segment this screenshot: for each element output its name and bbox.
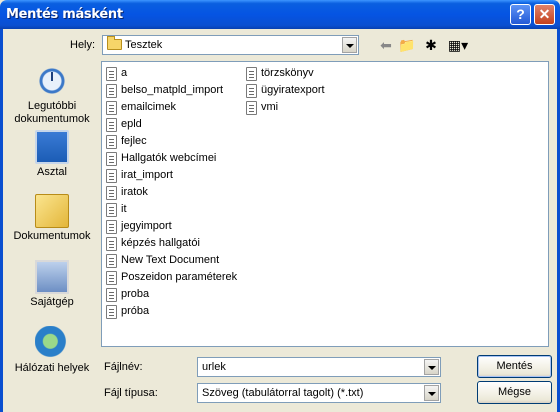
recent-documents-icon xyxy=(35,64,69,98)
filetype-value: Szöveg (tabulátorral tagolt) (*.txt) xyxy=(202,387,364,399)
text-file-icon xyxy=(106,288,117,302)
place-recent-documents[interactable]: Legutóbbi dokumentumok xyxy=(10,64,94,126)
file-name: emailcimek xyxy=(121,101,177,113)
close-button[interactable]: ✕ xyxy=(534,4,555,25)
text-file-icon xyxy=(106,203,117,217)
file-name: irat_import xyxy=(121,169,173,181)
file-name: it xyxy=(121,203,127,215)
location-dropdown[interactable]: Tesztek xyxy=(102,35,359,55)
place-label: Sajátgép xyxy=(30,296,74,308)
file-name: ügyiratexport xyxy=(261,84,325,96)
up-folder-icon[interactable]: 📁 xyxy=(397,35,417,55)
filename-combobox[interactable]: urlek xyxy=(197,357,441,377)
place-desktop[interactable]: Asztal xyxy=(10,130,94,179)
place-my-documents[interactable]: Dokumentumok xyxy=(10,194,94,243)
cancel-button[interactable]: Mégse xyxy=(477,381,552,404)
folder-icon xyxy=(107,36,122,50)
location-label: Hely: xyxy=(70,39,96,51)
file-name: New Text Document xyxy=(121,254,220,266)
text-file-icon xyxy=(106,186,117,200)
text-file-icon xyxy=(106,152,117,166)
text-file-icon xyxy=(246,84,257,98)
file-name: epld xyxy=(121,118,142,130)
title-bar: Mentés másként ? ✕ xyxy=(0,0,560,29)
text-file-icon xyxy=(106,254,117,268)
chevron-down-icon[interactable] xyxy=(342,37,357,53)
filetype-select[interactable]: Szöveg (tabulátorral tagolt) (*.txt) xyxy=(197,383,441,403)
file-name: Poszeidon paraméterek xyxy=(121,271,238,283)
place-label: Dokumentumok xyxy=(13,230,91,242)
text-file-icon xyxy=(246,67,257,81)
text-file-icon xyxy=(106,169,117,183)
file-name: képzés hallgatói xyxy=(121,237,200,249)
place-my-computer[interactable]: Sajátgép xyxy=(10,260,94,309)
place-label: Hálózati helyek xyxy=(14,362,90,374)
network-places-icon xyxy=(35,326,69,360)
my-documents-icon xyxy=(35,194,69,228)
place-label: Legutóbbi dokumentumok xyxy=(14,100,90,125)
file-name: iratok xyxy=(121,186,148,198)
filename-label: Fájlnév: xyxy=(104,361,143,373)
chevron-down-icon[interactable] xyxy=(424,359,439,375)
text-file-icon xyxy=(106,84,117,98)
chevron-down-icon[interactable] xyxy=(424,385,439,401)
text-file-icon xyxy=(106,118,117,132)
text-file-icon xyxy=(106,220,117,234)
places-bar: Legutóbbi dokumentumok Asztal Dokumentum… xyxy=(10,60,94,380)
back-arrow-icon[interactable]: ⬅ xyxy=(376,35,396,55)
window-title: Mentés másként xyxy=(6,7,123,22)
views-menu-icon[interactable]: ▦▾ xyxy=(445,35,471,55)
file-list[interactable]: a belso_matpld_import emailcimek epld fe… xyxy=(101,61,549,347)
location-value: Tesztek xyxy=(125,39,163,51)
desktop-icon xyxy=(35,130,69,164)
file-name: próba xyxy=(121,305,150,317)
file-name: fejlec xyxy=(121,135,147,147)
text-file-icon xyxy=(106,237,117,251)
filename-input[interactable]: urlek xyxy=(202,361,226,373)
text-file-icon xyxy=(106,305,117,319)
text-file-icon xyxy=(106,271,117,285)
text-file-icon xyxy=(106,101,117,115)
file-name: vmi xyxy=(261,101,279,113)
new-folder-icon[interactable]: ✱ xyxy=(421,35,441,55)
file-name: Hallgatók webcímei xyxy=(121,152,217,164)
text-file-icon xyxy=(246,101,257,115)
my-computer-icon xyxy=(35,260,69,294)
place-network-places[interactable]: Hálózati helyek xyxy=(10,326,94,375)
save-button[interactable]: Mentés xyxy=(477,355,552,378)
file-name: proba xyxy=(121,288,150,300)
filetype-label: Fájl típusa: xyxy=(104,387,158,399)
text-file-icon xyxy=(106,135,117,149)
file-name: törzskönyv xyxy=(261,67,314,79)
place-label: Asztal xyxy=(37,166,67,178)
file-name: belso_matpld_import xyxy=(121,84,224,96)
text-file-icon xyxy=(106,67,117,81)
window-frame-left xyxy=(0,29,3,412)
file-name: a xyxy=(121,67,128,79)
file-name: jegyimport xyxy=(121,220,172,232)
help-button[interactable]: ? xyxy=(510,4,531,25)
